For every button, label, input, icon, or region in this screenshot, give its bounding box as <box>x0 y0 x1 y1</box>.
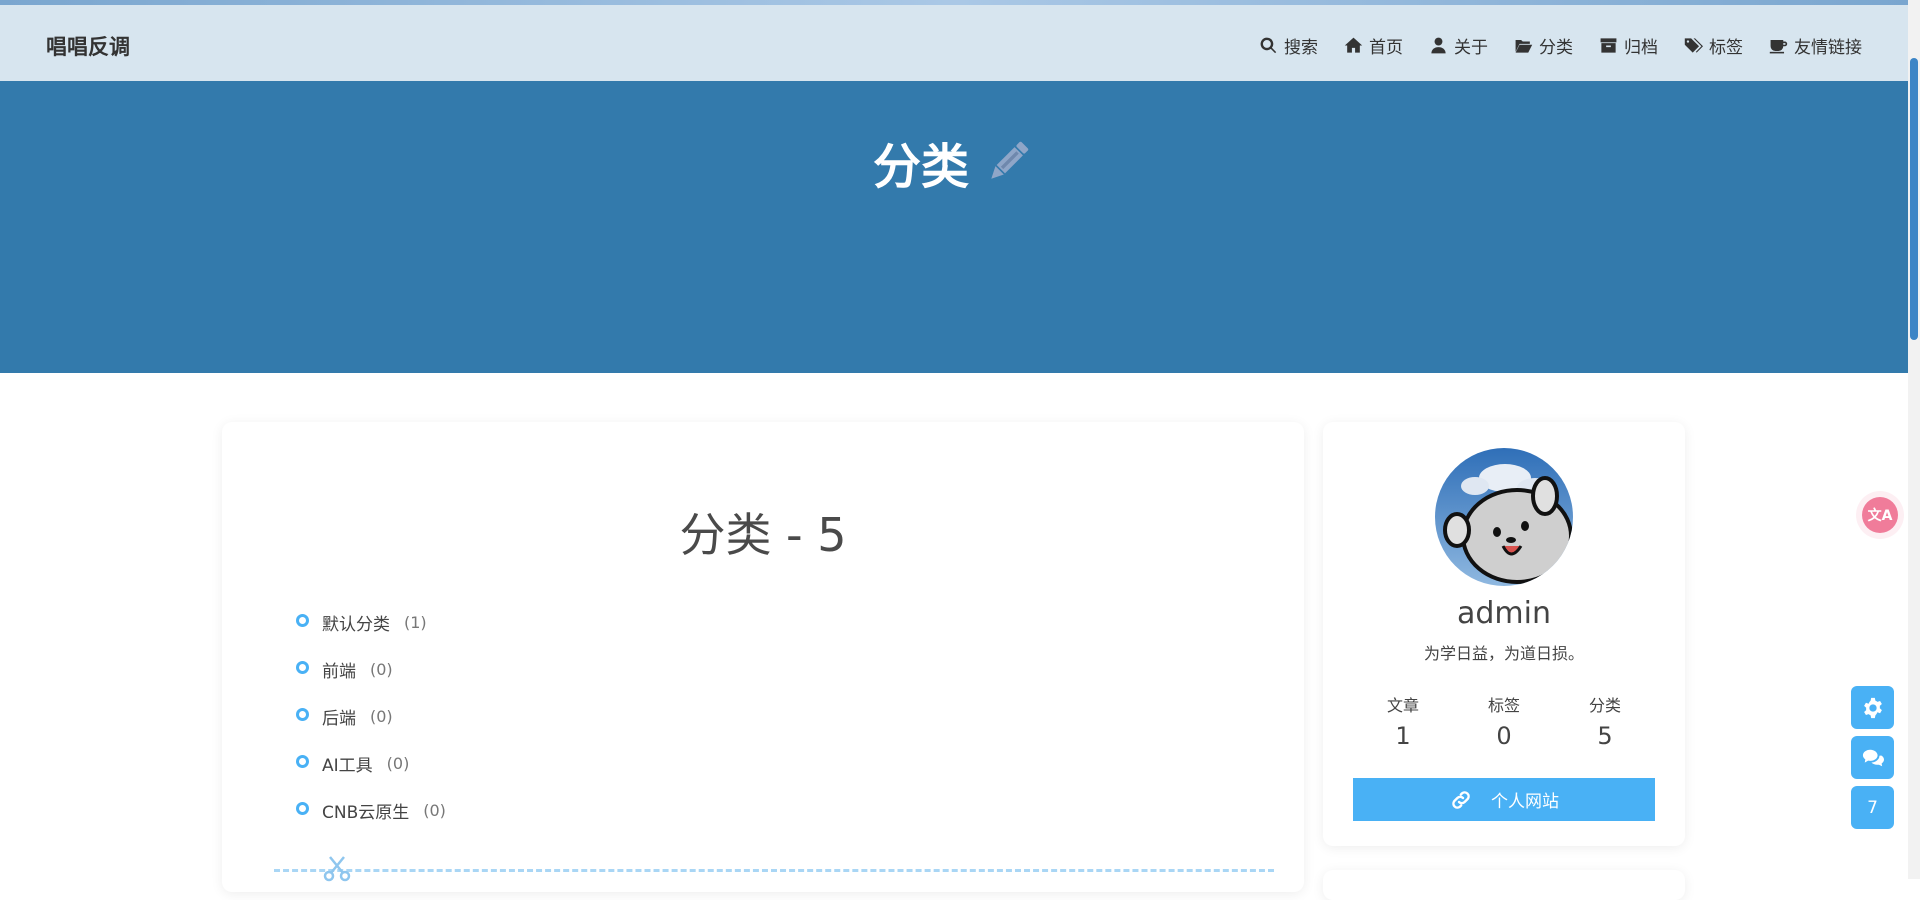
page-scrollbar[interactable] <box>1908 0 1920 879</box>
translate-icon: 文A <box>1867 508 1893 524</box>
category-count: (0) <box>370 707 393 726</box>
comments-icon <box>1862 749 1884 766</box>
nav-item-categories[interactable]: 分类 <box>1514 33 1573 58</box>
site-brand[interactable]: 唱唱反调 <box>46 31 130 61</box>
category-list: 默认分类 (1) 前端 (0) 后端 (0) AI工具 (0) CNB云原生 (… <box>296 599 446 834</box>
circle-bullet-icon <box>296 708 309 721</box>
stat-articles[interactable]: 文章 1 <box>1353 692 1453 750</box>
nav-label: 友情链接 <box>1794 38 1862 58</box>
category-name[interactable]: 默认分类 <box>322 610 390 635</box>
nav-label: 关于 <box>1454 38 1488 58</box>
category-count: (1) <box>404 613 427 632</box>
category-item[interactable]: CNB云原生 (0) <box>296 787 446 834</box>
category-count: (0) <box>370 660 393 679</box>
settings-button[interactable] <box>1851 686 1894 729</box>
author-stats: 文章 1 标签 0 分类 5 <box>1353 692 1655 750</box>
category-item[interactable]: 后端 (0) <box>296 693 446 740</box>
stat-value: 5 <box>1597 722 1613 750</box>
category-item[interactable]: 前端 (0) <box>296 646 446 693</box>
author-profile-card: admin 为学日益，为道日损。 文章 1 标签 0 分类 5 个人网站 <box>1323 422 1685 846</box>
navbar: 唱唱反调 搜索 首页 关于 分类 归档 标签 友情链接 <box>0 5 1908 81</box>
stat-label: 文章 <box>1386 696 1419 715</box>
circle-bullet-icon <box>296 755 309 768</box>
circle-bullet-icon <box>296 614 309 627</box>
user-icon <box>1431 37 1446 54</box>
circle-bullet-icon <box>296 661 309 674</box>
category-name[interactable]: AI工具 <box>322 751 373 776</box>
nav-item-archive[interactable]: 归档 <box>1599 33 1658 58</box>
link-icon <box>1452 790 1470 809</box>
page-title-text: 分类 <box>872 139 969 195</box>
personal-website-label: 个人网站 <box>1491 792 1559 812</box>
page-title: 分类 <box>0 127 1908 197</box>
nav-label: 归档 <box>1624 38 1658 58</box>
avatar[interactable] <box>1435 448 1573 586</box>
stat-label: 分类 <box>1588 696 1621 715</box>
author-name: admin <box>1457 596 1551 631</box>
folder-open-icon <box>1515 39 1533 53</box>
scrollbar-thumb[interactable] <box>1910 58 1918 340</box>
category-name[interactable]: 前端 <box>322 657 356 682</box>
category-count-title: 分类 - 5 <box>679 508 847 562</box>
nav-item-home[interactable]: 首页 <box>1344 33 1403 58</box>
gear-icon <box>1863 697 1882 718</box>
tags-icon <box>1684 38 1703 53</box>
nav-menu: 搜索 首页 关于 分类 归档 标签 友情链接 <box>1259 33 1862 58</box>
nav-item-about[interactable]: 关于 <box>1429 33 1488 58</box>
stat-tags[interactable]: 标签 0 <box>1454 692 1554 750</box>
stat-value: 0 <box>1496 722 1512 750</box>
archive-icon <box>1600 38 1617 53</box>
stat-label: 标签 <box>1487 696 1520 715</box>
author-motto: 为学日益，为道日损。 <box>1423 644 1584 663</box>
search-icon <box>1260 37 1277 54</box>
nav-item-search[interactable]: 搜索 <box>1259 33 1318 58</box>
dashed-divider <box>274 869 1274 872</box>
stat-categories[interactable]: 分类 5 <box>1555 692 1655 750</box>
chat-button[interactable] <box>1851 736 1894 779</box>
home-icon <box>1344 37 1363 53</box>
nav-item-friends[interactable]: 友情链接 <box>1769 33 1862 58</box>
page-header-banner: 分类 <box>0 81 1908 373</box>
category-item[interactable]: 默认分类 (1) <box>296 599 446 646</box>
pencil-icon <box>981 135 1035 189</box>
nav-label: 分类 <box>1539 38 1573 58</box>
category-count: (0) <box>386 754 410 773</box>
category-name[interactable]: 后端 <box>322 704 356 729</box>
stat-value: 1 <box>1395 722 1411 750</box>
translate-button[interactable]: 文A <box>1862 497 1898 533</box>
category-item[interactable]: AI工具 (0) <box>296 740 446 787</box>
page-counter-button[interactable]: 7 <box>1851 786 1894 829</box>
nav-label: 首页 <box>1369 38 1403 58</box>
nav-label: 标签 <box>1709 38 1743 58</box>
counter-value: 7 <box>1867 797 1878 818</box>
scissors-icon <box>323 856 351 882</box>
category-card: 分类 - 5 默认分类 (1) 前端 (0) 后端 (0) AI工具 (0) C… <box>222 422 1304 892</box>
category-name[interactable]: CNB云原生 <box>322 798 409 823</box>
nav-label: 搜索 <box>1284 38 1318 58</box>
category-count: (0) <box>423 801 446 820</box>
sidebar-next-card <box>1323 870 1685 900</box>
nav-item-tags[interactable]: 标签 <box>1684 33 1743 58</box>
personal-website-button[interactable]: 个人网站 <box>1353 778 1655 821</box>
circle-bullet-icon <box>296 802 309 815</box>
coffee-icon <box>1769 39 1788 54</box>
